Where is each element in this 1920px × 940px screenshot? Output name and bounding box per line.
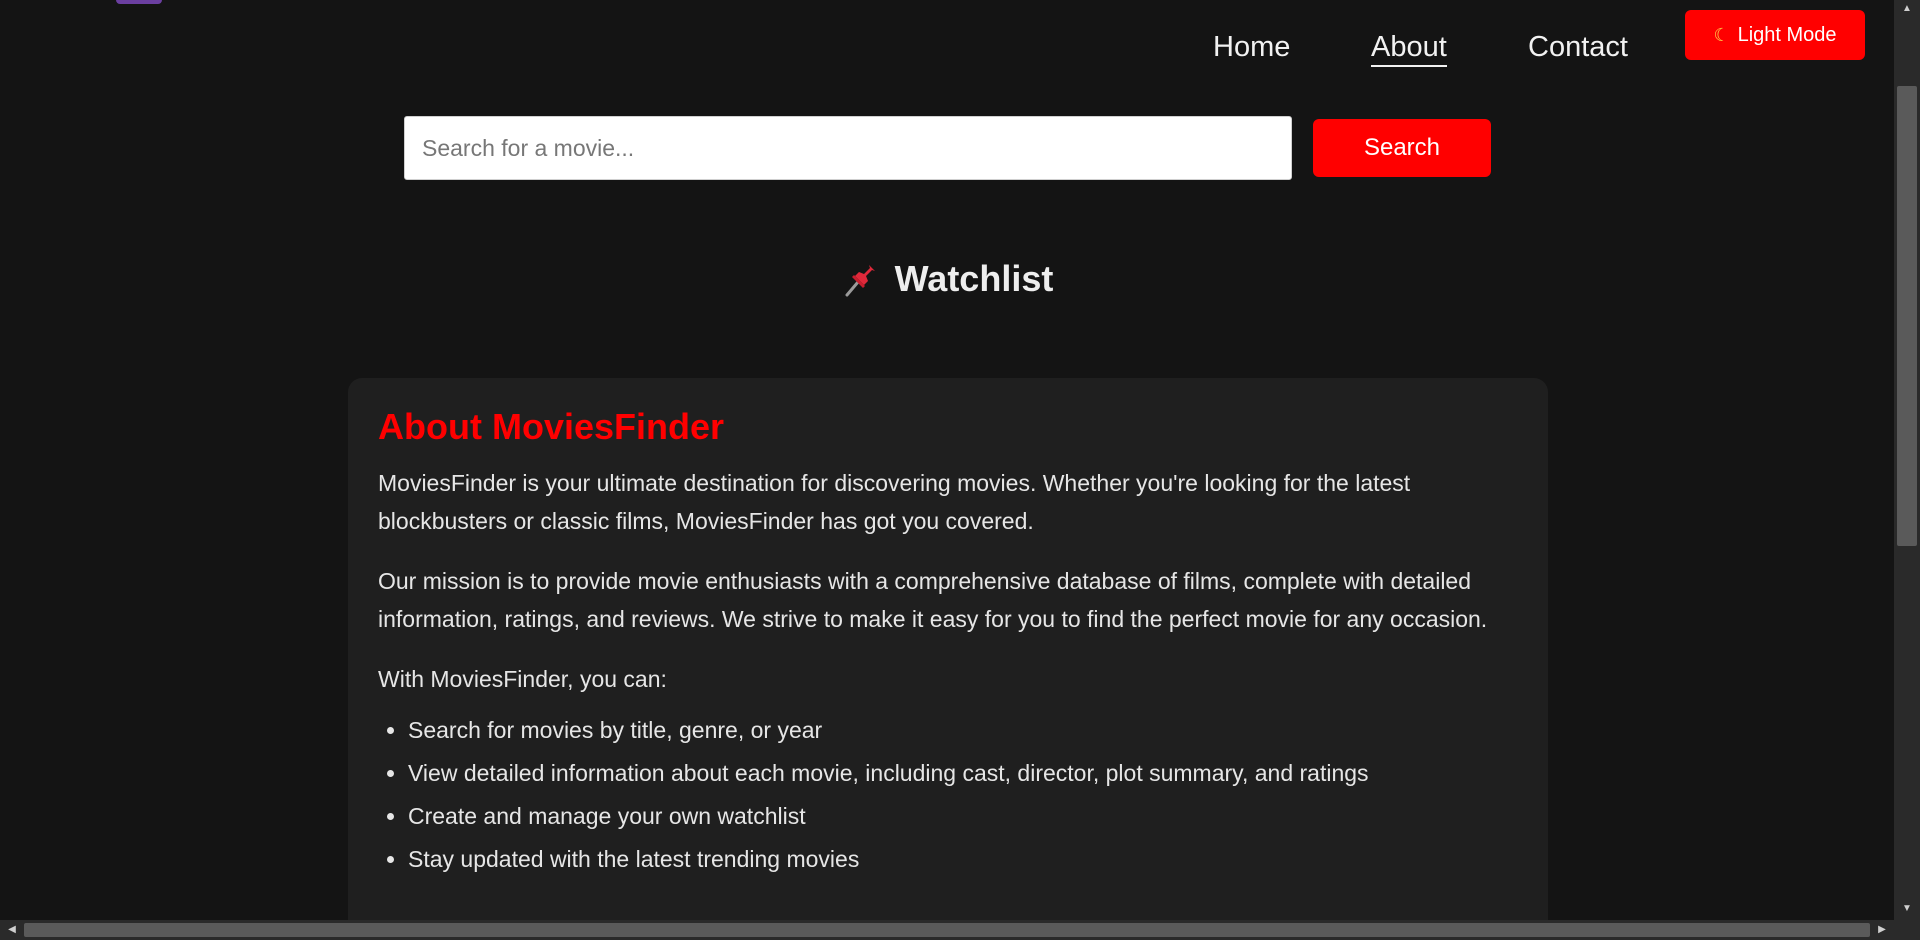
about-title: About MoviesFinder <box>378 406 725 447</box>
scroll-up-arrow-icon[interactable]: ▲ <box>1894 0 1920 18</box>
nav-link-contact[interactable]: Contact <box>1528 30 1628 64</box>
watchlist-title: Watchlist <box>894 258 1054 299</box>
nav-link-about[interactable]: About <box>1371 30 1447 67</box>
scroll-left-arrow-icon[interactable]: ◀ <box>2 920 22 940</box>
about-paragraph: MoviesFinder is your ultimate destinatio… <box>378 470 1411 534</box>
list-item: Stay updated with the latest trending mo… <box>408 845 1518 874</box>
list-item: Create and manage your own watchlist <box>408 802 1518 831</box>
theme-toggle-label: Light Mode <box>1737 23 1837 46</box>
vertical-scroll-thumb[interactable] <box>1897 86 1917 546</box>
scroll-right-arrow-icon[interactable]: ▶ <box>1872 920 1892 940</box>
list-item: Search for movies by title, genre, or ye… <box>408 716 1518 745</box>
vertical-scrollbar[interactable]: ▲ ▼ <box>1894 0 1920 920</box>
about-paragraph: With MoviesFinder, you can: <box>378 666 667 692</box>
pushpin-icon <box>845 265 875 297</box>
list-item: View detailed information about each mov… <box>408 759 1518 788</box>
theme-toggle-button[interactable]: ☾ Light Mode <box>1685 10 1865 60</box>
about-card: About MoviesFinder MoviesFinder is your … <box>348 378 1548 920</box>
search-input[interactable] <box>404 116 1292 180</box>
scrollbar-corner <box>1894 920 1920 940</box>
nav-link-home[interactable]: Home <box>1213 30 1290 64</box>
horizontal-scrollbar[interactable]: ◀ ▶ <box>0 920 1920 940</box>
feature-list: Search for movies by title, genre, or ye… <box>378 716 1518 874</box>
horizontal-scroll-thumb[interactable] <box>24 923 1870 937</box>
about-paragraph: Our mission is to provide movie enthusia… <box>378 568 1488 632</box>
moon-icon: ☾ <box>1713 24 1730 45</box>
top-navigation: Home About Contact ☾ Light Mode <box>0 0 1894 90</box>
scroll-down-arrow-icon[interactable]: ▼ <box>1894 900 1920 918</box>
search-button[interactable]: Search <box>1313 119 1491 177</box>
watchlist-heading: Watchlist <box>0 258 1894 300</box>
page-viewport: Home About Contact ☾ Light Mode Search W… <box>0 0 1894 920</box>
